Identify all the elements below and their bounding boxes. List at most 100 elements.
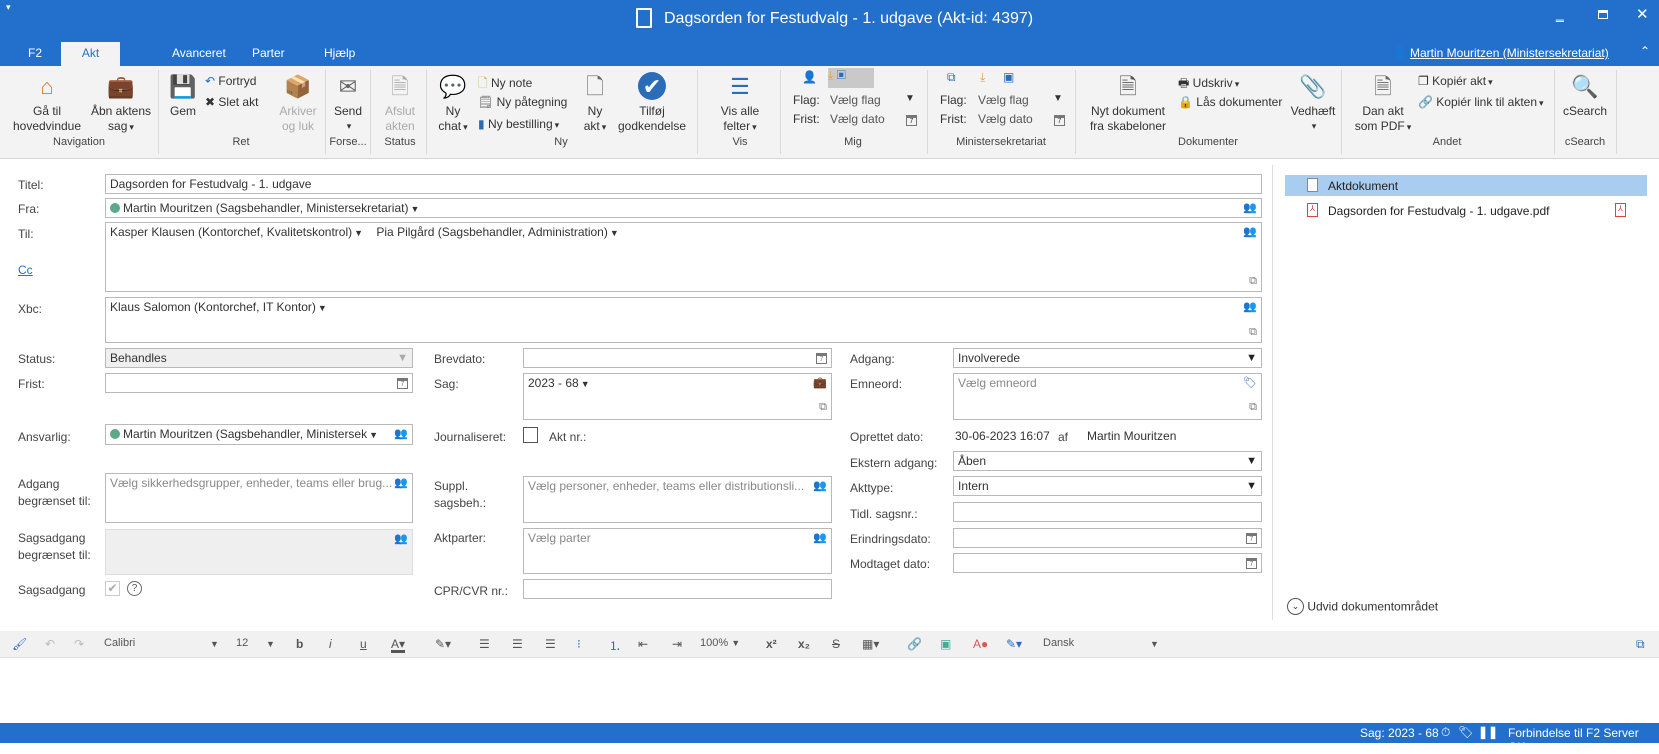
create-pdf-button[interactable]: 🗎 Dan akt som PDF ▾ [1355,72,1412,135]
recipient[interactable]: Kasper Klausen (Kontorchef, Kvalitetskon… [110,225,352,239]
mig-flag-dropdown-icon[interactable]: ▼ [905,93,915,104]
redo-icon[interactable]: ↷ [74,637,84,651]
xbc-input[interactable]: Klaus Salomon (Kontorchef, IT Kontor) ▼ 👥 ⧉ [105,297,1262,343]
tag-icon[interactable]: 🏷 [1458,725,1473,739]
close-button[interactable]: ✕ [1636,5,1649,23]
sagsadgang-checkbox[interactable]: ✔ [105,581,120,596]
language-select[interactable]: Dansk [1043,637,1074,649]
home-button[interactable]: ⌂ Gå til hovedvindue [13,72,81,134]
tab-akt[interactable]: Akt [61,42,120,66]
font-dropdown-icon[interactable]: ▼ [210,639,219,649]
expand-icon[interactable]: ⧉ [1249,275,1257,288]
akttype-select[interactable]: Intern ▼ [953,476,1262,496]
aktparter-input[interactable]: Vælg parter 👥 [523,528,832,574]
size-dropdown-icon[interactable]: ▼ [266,639,275,649]
recipient[interactable]: Pia Pilgård (Sagsbehandler, Administrati… [376,225,607,239]
archive-close-button[interactable]: 📦 Arkiver og luk [279,72,316,134]
erindring-input[interactable]: 7 [953,528,1262,548]
save-button[interactable]: 💾 Gem [169,72,197,119]
brevdato-input[interactable]: 7 [523,348,832,368]
italic-icon[interactable]: i [329,637,332,651]
people-icon[interactable]: 👥 [813,531,827,544]
maximize-button[interactable] [1598,10,1608,19]
strikethrough-icon[interactable]: S [832,637,840,651]
cc-link[interactable]: Cc [18,263,33,277]
unit-flag-select[interactable]: Vælg flag [978,93,1029,107]
collapse-ribbon-icon[interactable]: ⌃ [1640,44,1650,58]
briefcase-icon[interactable]: 💼 [813,376,827,389]
calendar-icon[interactable]: 7 [1246,557,1257,569]
undo-icon[interactable]: ↶ [45,637,55,651]
quick-access-menu-icon[interactable]: ▾ [6,2,11,13]
format-painter-icon[interactable]: 🖌 [12,637,27,651]
send-button[interactable]: ✉ Send ▾ [334,72,362,134]
bullet-list-icon[interactable]: ⁝ [577,637,581,651]
size-select[interactable]: 12 [236,637,248,649]
minimize-button[interactable]: ‗ [1556,6,1564,22]
tab-hjaelp[interactable]: Hjælp [318,42,361,66]
tidl-input[interactable] [953,502,1262,522]
new-note-button[interactable]: 🗋 Ny note [478,74,532,95]
unit-flag-dropdown-icon[interactable]: ▼ [1053,93,1063,104]
document-item-selected[interactable]: Aktdokument [1285,175,1647,196]
journaliseret-checkbox[interactable] [523,427,538,443]
subscript-icon[interactable]: x₂ [798,637,810,651]
expand-document-area-button[interactable]: ⌄ Udvid dokumentområdet [1287,598,1438,615]
copy-akt-button[interactable]: ❐ Kopiér akt ▾ [1418,74,1493,88]
sag-input[interactable]: 2023 - 68 ▼ 💼 ⧉ [523,373,832,420]
expand-editor-icon[interactable]: ⧉ [1636,637,1645,652]
people-icon[interactable]: 👥 [1243,225,1257,238]
print-button[interactable]: 🖶 Udskriv ▾ [1178,74,1239,95]
expand-icon[interactable]: ⧉ [819,401,827,414]
pane-divider[interactable] [1272,165,1273,620]
user-link[interactable]: Martin Mouritzen (Ministersekretariat) [1410,46,1609,60]
image-icon[interactable]: ▣ [940,637,951,651]
people-icon[interactable]: 👥 [1243,300,1257,313]
new-annotation-button[interactable]: 🗒 Ny påtegning [478,95,567,109]
people-icon[interactable]: 👥 [394,427,408,440]
align-right-icon[interactable]: ☰ [545,637,556,651]
adgang-select[interactable]: Involverede ▼ [953,348,1262,368]
editor-area[interactable] [0,658,1659,723]
calendar-icon[interactable]: 7 [1054,112,1065,126]
xbc-value[interactable]: Klaus Salomon (Kontorchef, IT Kontor) [110,300,316,314]
font-select[interactable]: Calibri [104,637,135,649]
show-all-fields-button[interactable]: ☰ Vis alle felter ▾ [721,72,759,135]
adgang-begr-input[interactable]: Vælg sikkerhedsgrupper, enheder, teams e… [105,473,413,523]
attach-button[interactable]: 📎 Vedhæft ▾ [1291,72,1336,134]
modtaget-input[interactable]: 7 [953,553,1262,573]
help-icon[interactable]: ? [127,581,142,596]
emneord-input[interactable]: Vælg emneord 🏷 ⧉ [953,373,1262,420]
cpr-input[interactable] [523,579,832,599]
zoom-select[interactable]: 100% ▼ [700,637,740,649]
underline-icon[interactable]: u [360,637,367,651]
suppl-input[interactable]: Vælg personer, enheder, teams eller dist… [523,476,832,523]
people-icon[interactable]: 👥 [1243,201,1257,214]
til-input[interactable]: Kasper Klausen (Kontorchef, Kvalitetskon… [105,222,1262,292]
calendar-icon[interactable]: 7 [906,112,917,126]
align-left-icon[interactable]: ☰ [479,637,490,651]
spellcheck-icon[interactable]: A● [973,637,988,651]
tab-f2[interactable]: F2 [22,42,48,66]
edit-icon[interactable]: ▣ [1003,70,1014,84]
expand-icon[interactable]: ⧉ [1249,401,1257,414]
undo-button[interactable]: ↶ Fortryd [205,74,256,88]
people-icon[interactable]: 👥 [394,476,408,489]
tag-icon[interactable]: 🏷 [1243,376,1257,389]
new-order-button[interactable]: ▮ Ny bestilling ▾ [478,117,559,131]
lock-documents-button[interactable]: 🔒 Lås dokumenter [1178,95,1282,109]
mig-due-select[interactable]: Vælg dato [830,112,885,126]
ansvarlig-input[interactable]: Martin Mouritzen (Sagsbehandler, Ministe… [105,424,413,445]
new-document-template-button[interactable]: 🗎 Nyt dokument fra skabeloner [1090,72,1166,134]
bold-icon[interactable]: b [296,637,303,651]
download-icon[interactable]: ⤓ [980,70,985,85]
language-dropdown-icon[interactable]: ▼ [1150,639,1159,649]
unit-due-select[interactable]: Vælg dato [978,112,1033,126]
titel-input[interactable]: Dagsorden for Festudvalg - 1. udgave [105,174,1262,194]
numbered-list-icon[interactable]: ⒈ [609,637,621,654]
add-approval-button[interactable]: ✔ Tilføj godkendelse [618,72,686,134]
new-chat-button[interactable]: 💬 Ny chat ▾ [438,72,467,135]
timer-icon[interactable]: ⏱ [1441,725,1450,740]
tab-avanceret[interactable]: Avanceret [166,42,232,66]
people-icon[interactable]: 👥 [813,479,827,492]
